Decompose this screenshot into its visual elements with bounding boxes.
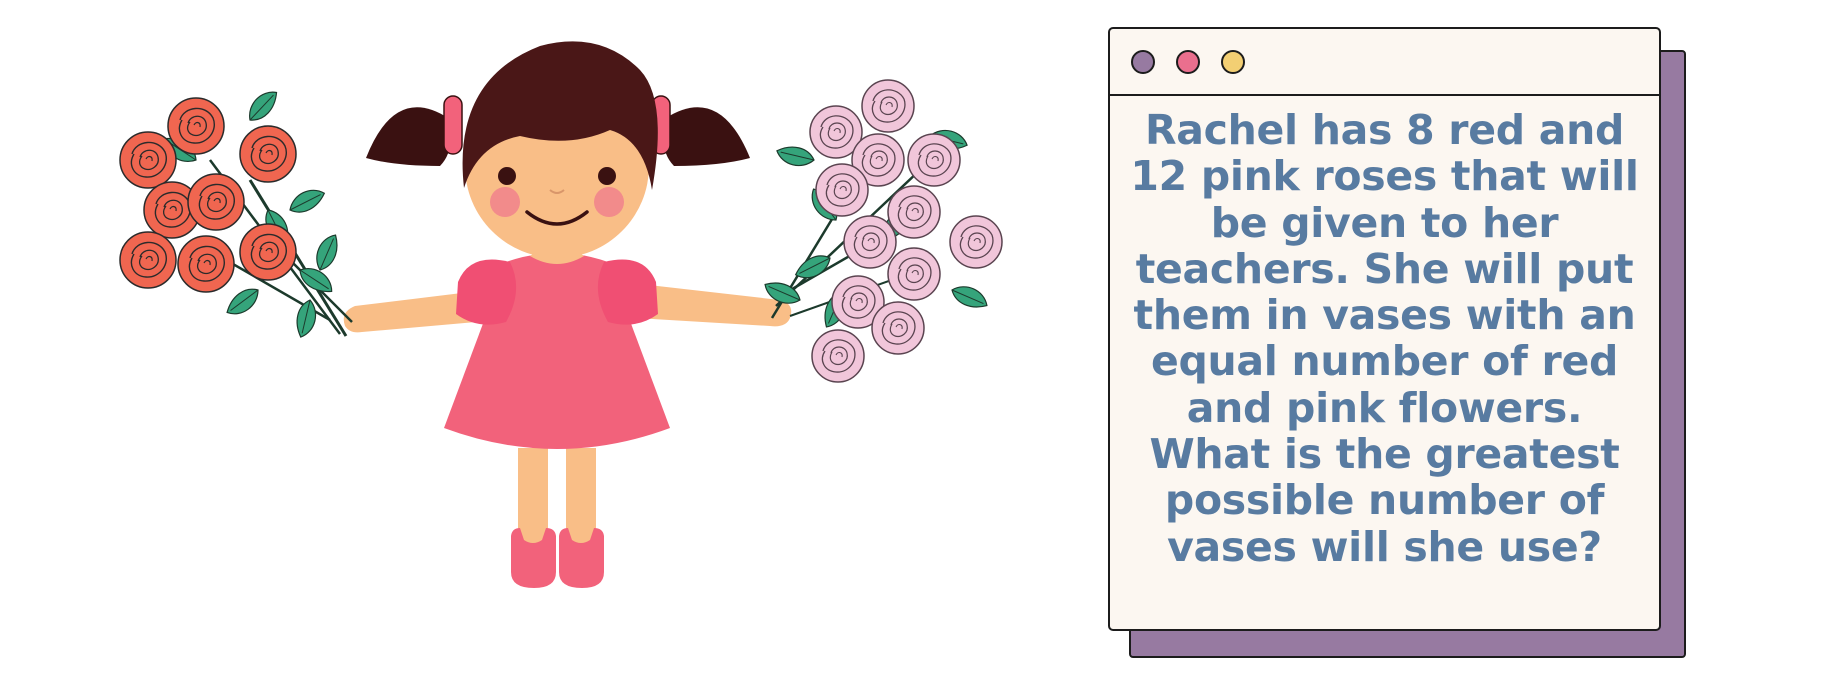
right-pigtail: [663, 107, 750, 166]
right-leg: [566, 448, 596, 548]
yellow-dot-icon: [1221, 50, 1245, 74]
pink-rose-bouquet: [760, 79, 1003, 383]
right-cheek: [594, 187, 624, 217]
left-eye: [498, 167, 516, 185]
pink-dot-icon: [1176, 50, 1200, 74]
left-leg: [518, 448, 548, 548]
right-sleeve: [597, 259, 658, 325]
left-hair-tie: [443, 95, 463, 155]
question-window: Rachel has 8 red and 12 pink roses that …: [1108, 27, 1661, 631]
window-titlebar: [1110, 29, 1659, 96]
red-rose-bouquet: [119, 85, 353, 341]
purple-dot-icon: [1131, 50, 1155, 74]
question-text: Rachel has 8 red and 12 pink roses that …: [1130, 106, 1639, 571]
right-eye: [598, 167, 616, 185]
worksheet-stage: Rachel has 8 red and 12 pink roses that …: [0, 0, 1821, 673]
left-pigtail: [366, 107, 451, 166]
girl-with-roses-illustration: [119, 41, 1003, 588]
left-cheek: [490, 187, 520, 217]
left-sleeve: [456, 259, 517, 325]
